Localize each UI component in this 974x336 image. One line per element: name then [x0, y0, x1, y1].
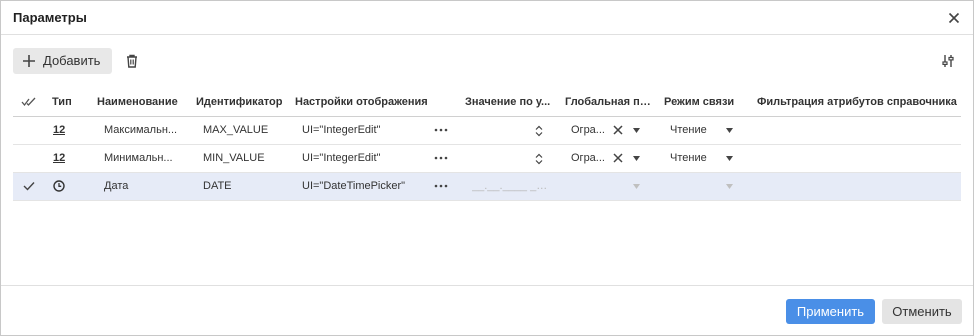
- add-button[interactable]: Добавить: [13, 48, 112, 74]
- clear-icon[interactable]: [612, 124, 624, 136]
- parameters-grid: Тип Наименование Идентификатор Настройки…: [13, 89, 961, 201]
- column-header-default-value[interactable]: Значение по у...: [465, 96, 555, 108]
- apply-button[interactable]: Применить: [786, 299, 875, 324]
- param-identifier[interactable]: MIN_VALUE: [203, 152, 293, 164]
- table-row[interactable]: 12 Минимальн... MIN_VALUE UI="IntegerEdi…: [13, 145, 961, 173]
- more-icon[interactable]: [433, 123, 449, 137]
- plus-icon: [23, 55, 35, 67]
- column-header-display-settings[interactable]: Настройки отображения: [295, 96, 455, 108]
- chevron-down-icon[interactable]: [633, 156, 640, 161]
- param-identifier[interactable]: DATE: [203, 180, 293, 192]
- column-header-link-mode[interactable]: Режим связи: [664, 96, 754, 108]
- param-display-settings[interactable]: UI="DateTimePicker": [302, 180, 427, 192]
- datetime-input[interactable]: __.__.____ __:__: [472, 180, 552, 192]
- chevron-down-icon[interactable]: [633, 184, 640, 189]
- close-icon[interactable]: [945, 9, 963, 27]
- type-integer-icon: 12: [53, 124, 66, 136]
- param-name[interactable]: Минимальн...: [104, 152, 180, 164]
- more-icon[interactable]: [433, 179, 449, 193]
- param-display-settings[interactable]: UI="IntegerEdit": [302, 152, 422, 164]
- link-mode-value[interactable]: Чтение: [670, 152, 720, 164]
- parameters-dialog: Параметры Добавить Тип Наименование Иден…: [0, 0, 974, 336]
- cancel-button[interactable]: Отменить: [882, 299, 962, 324]
- grid-header: Тип Наименование Идентификатор Настройки…: [13, 89, 961, 117]
- chevron-down-icon[interactable]: [726, 184, 733, 189]
- table-row[interactable]: Дата DATE UI="DateTimePicker" __.__.____…: [13, 173, 961, 201]
- trash-icon[interactable]: [123, 52, 141, 70]
- dialog-titlebar: Параметры: [1, 1, 973, 35]
- column-header-identifier[interactable]: Идентификатор: [196, 96, 291, 108]
- dialog-title: Параметры: [13, 10, 87, 25]
- param-identifier[interactable]: MAX_VALUE: [203, 124, 293, 136]
- type-integer-icon: 12: [53, 152, 66, 164]
- spinner-icon[interactable]: [534, 152, 544, 166]
- check-icon[interactable]: [23, 181, 35, 191]
- column-header-name[interactable]: Наименование: [97, 96, 192, 108]
- select-all-icon[interactable]: [21, 97, 37, 107]
- chevron-down-icon[interactable]: [633, 128, 640, 133]
- param-display-settings[interactable]: UI="IntegerEdit": [302, 124, 422, 136]
- column-header-attribute-filter[interactable]: Фильтрация атрибутов справочника: [757, 96, 957, 108]
- chevron-down-icon[interactable]: [726, 156, 733, 161]
- spinner-icon[interactable]: [534, 124, 544, 138]
- column-settings-icon[interactable]: [939, 52, 957, 70]
- add-button-label: Добавить: [43, 53, 101, 68]
- chevron-down-icon[interactable]: [726, 128, 733, 133]
- global-param-value[interactable]: Огра...: [571, 124, 607, 136]
- param-name[interactable]: Максимальн...: [104, 124, 180, 136]
- column-header-global-param[interactable]: Глобальная пе...: [565, 96, 655, 108]
- clock-icon: [53, 180, 65, 192]
- dialog-footer: Применить Отменить: [1, 285, 973, 335]
- table-row[interactable]: 12 Максимальн... MAX_VALUE UI="IntegerEd…: [13, 117, 961, 145]
- link-mode-value[interactable]: Чтение: [670, 124, 720, 136]
- global-param-value[interactable]: Огра...: [571, 152, 607, 164]
- more-icon[interactable]: [433, 151, 449, 165]
- column-header-type[interactable]: Тип: [52, 96, 82, 108]
- clear-icon[interactable]: [612, 152, 624, 164]
- param-name[interactable]: Дата: [104, 180, 180, 192]
